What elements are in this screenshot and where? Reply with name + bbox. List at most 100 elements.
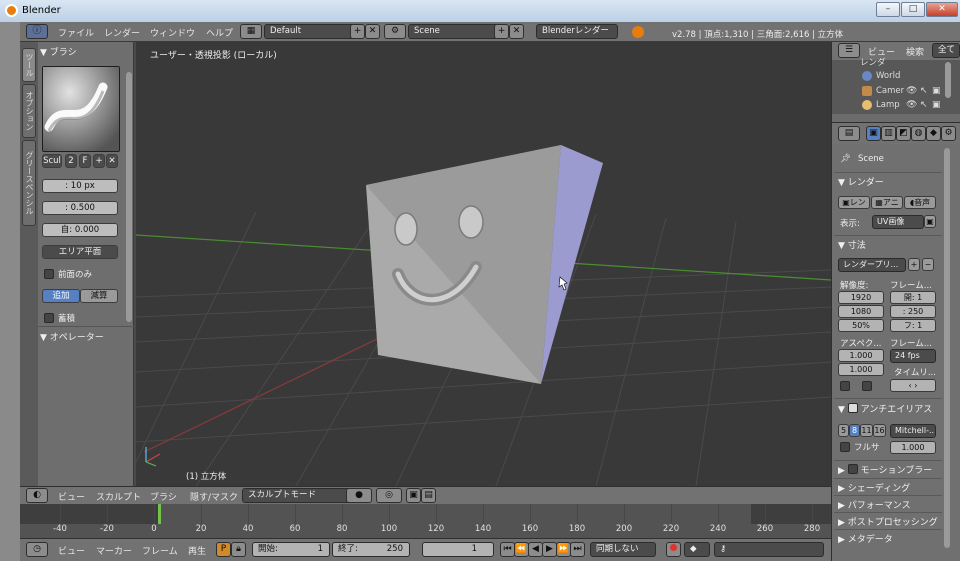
resolution-percent-field[interactable]: 50%: [838, 319, 884, 332]
subtract-direction-button[interactable]: 減算: [80, 289, 118, 303]
tab-grease-pencil[interactable]: グリースペンシル: [22, 140, 36, 226]
brush-fake-user[interactable]: F: [79, 154, 91, 168]
outliner[interactable]: レンダ World Camer Lamp 👁︎ 👁︎ ↖ ↖ ▣ ▣: [831, 58, 960, 122]
render-engine-dropdown[interactable]: Blenderレンダー: [536, 24, 618, 39]
modifiers-tab-icon[interactable]: ⚙: [941, 126, 956, 141]
menu-window[interactable]: ウィンドウ: [150, 26, 195, 39]
tab-options[interactable]: オプション: [22, 84, 36, 138]
outliner-editor-type-icon[interactable]: ☰: [838, 43, 860, 58]
keying-set-dropdown[interactable]: ◆: [684, 542, 710, 557]
render-section-header[interactable]: ▼ レンダー: [838, 175, 884, 188]
play-icon[interactable]: ▶: [542, 542, 557, 557]
timeline[interactable]: -40 -20 0 20 40 60 80 100 120 140 160 180 200 220 240 2…: [20, 504, 831, 538]
current-frame-marker[interactable]: [158, 504, 161, 524]
menu-sculpt[interactable]: スカルプト: [96, 490, 141, 503]
menu-brush[interactable]: ブラシ: [150, 490, 177, 503]
outliner-row-render-layers[interactable]: レンダ: [860, 56, 886, 68]
layers-tab-icon[interactable]: ▥: [881, 126, 896, 141]
menu-playback[interactable]: 再生: [188, 544, 206, 557]
menu-help[interactable]: ヘルプ: [206, 26, 233, 39]
layout-field[interactable]: Default: [264, 24, 364, 39]
jump-key-forward-icon[interactable]: ⏩: [556, 542, 571, 557]
record-icon[interactable]: [666, 542, 681, 557]
jump-start-icon[interactable]: ⏮: [500, 542, 515, 557]
resolution-x-field[interactable]: 1920: [838, 291, 884, 304]
render-preview-icon[interactable]: ▣: [406, 488, 421, 503]
render-audio-button[interactable]: ◖音声: [904, 196, 936, 209]
full-sample-checkbox[interactable]: [840, 442, 850, 452]
visibility-eye-icon[interactable]: 👁︎: [906, 100, 917, 110]
frame-start-field[interactable]: 開: 1: [890, 291, 936, 304]
aspect-x-field[interactable]: 1.000: [838, 349, 884, 362]
menu-file[interactable]: ファイル: [58, 26, 94, 39]
menu-view-timeline[interactable]: ビュー: [58, 544, 85, 557]
tab-tools[interactable]: ツール: [22, 48, 36, 82]
lock-interface-icon[interactable]: ▣: [924, 215, 936, 228]
brush-name-field[interactable]: Scul: [42, 154, 62, 168]
aa-samples-5[interactable]: 5: [838, 424, 849, 437]
menu-marker[interactable]: マーカー: [96, 544, 132, 557]
filter-size-field[interactable]: 1.000: [890, 441, 936, 454]
visibility-eye-icon[interactable]: 👁︎: [906, 86, 917, 96]
crop-checkbox[interactable]: [862, 381, 872, 391]
add-scene-icon[interactable]: +: [494, 24, 509, 39]
performance-section-header[interactable]: ▶ パフォーマンス: [838, 498, 911, 511]
remove-preset-icon[interactable]: −: [922, 258, 934, 271]
render-camera-icon[interactable]: ▣: [932, 100, 941, 110]
radius-field[interactable]: : 10 px: [42, 179, 118, 193]
menu-frame[interactable]: フレーム: [142, 544, 178, 557]
end-frame-field[interactable]: 終了: 250: [332, 542, 410, 557]
strength-field[interactable]: : 0.500: [42, 201, 118, 215]
dimensions-section-header[interactable]: ▼ 寸法: [838, 238, 866, 251]
add-preset-icon[interactable]: +: [908, 258, 920, 271]
brush-panel-header[interactable]: ▼ ブラシ: [40, 45, 77, 58]
render-camera-icon[interactable]: ▣: [932, 86, 941, 96]
3d-viewport[interactable]: ユーザー・透視投影 (ローカル) (1) 立方体: [136, 42, 831, 486]
menu-view[interactable]: ビュー: [58, 490, 85, 503]
3d-editor-type-icon[interactable]: ◐: [26, 488, 48, 503]
outliner-display-mode[interactable]: 全て: [932, 43, 960, 58]
display-dropdown[interactable]: UV画像: [872, 215, 924, 229]
close-button[interactable]: ✕: [926, 2, 958, 17]
remove-layout-icon[interactable]: ✕: [365, 24, 380, 39]
border-checkbox[interactable]: [840, 381, 850, 391]
shading-dropdown-icon[interactable]: ●: [346, 488, 372, 503]
render-anim-icon[interactable]: ▤: [421, 488, 436, 503]
time-remap-field[interactable]: ‹ ›: [890, 379, 936, 392]
select-cursor-icon[interactable]: ↖: [920, 86, 928, 96]
aspect-y-field[interactable]: 1.000: [838, 363, 884, 376]
outliner-scrollbar[interactable]: [945, 62, 951, 98]
outliner-menu-search[interactable]: 検索: [906, 45, 924, 58]
outliner-hscroll[interactable]: [832, 114, 960, 122]
scene-field[interactable]: Scene: [408, 24, 498, 39]
accumulate-checkbox[interactable]: [44, 313, 54, 323]
editor-type-icon[interactable]: ⓘ: [26, 24, 48, 39]
sculpt-plane-dropdown[interactable]: エリア平面: [42, 245, 118, 259]
motion-blur-section-header[interactable]: ▶ モーションブラー: [838, 463, 932, 476]
properties-scrollbar[interactable]: [944, 148, 950, 548]
aa-filter-dropdown[interactable]: Mitchell-...: [890, 424, 936, 438]
render-preset-dropdown[interactable]: レンダープリ...: [838, 258, 906, 272]
jump-key-back-icon[interactable]: ⏪: [514, 542, 529, 557]
properties-editor-type-icon[interactable]: ▤: [838, 126, 860, 141]
render-still-button[interactable]: ▣レン: [838, 196, 870, 209]
aa-samples-16[interactable]: 16: [873, 424, 886, 437]
render-tab-icon[interactable]: ▣: [866, 126, 881, 141]
outliner-row-camera[interactable]: Camer: [876, 86, 904, 96]
jump-end-icon[interactable]: ⏭: [570, 542, 585, 557]
pivot-dropdown-icon[interactable]: ◎: [376, 488, 402, 503]
object-tab-icon[interactable]: ◆: [926, 126, 941, 141]
shading-section-header[interactable]: ▶ シェーディング: [838, 481, 910, 494]
brush-users[interactable]: 2: [65, 154, 77, 168]
frame-rate-dropdown[interactable]: 24 fps: [890, 349, 936, 363]
lock-range-icon[interactable]: 🔒︎: [231, 542, 246, 557]
remove-scene-icon[interactable]: ✕: [509, 24, 524, 39]
timeline-editor-type-icon[interactable]: ◷: [26, 542, 48, 557]
start-frame-field[interactable]: 開始: 1: [252, 542, 330, 557]
play-reverse-icon[interactable]: ◀: [528, 542, 543, 557]
preview-range-icon[interactable]: P: [216, 542, 231, 557]
operator-panel-header[interactable]: ▼ オペレーター: [40, 330, 104, 343]
outliner-row-lamp[interactable]: Lamp: [876, 100, 900, 110]
brush-preview[interactable]: [42, 66, 120, 152]
front-faces-checkbox[interactable]: [44, 269, 54, 279]
